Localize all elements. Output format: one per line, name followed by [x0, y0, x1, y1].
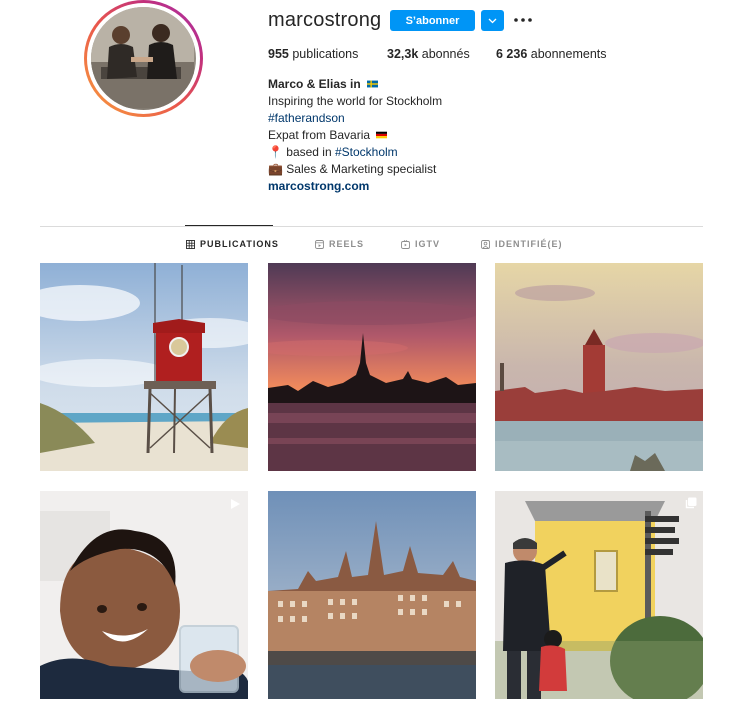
more-options-button[interactable] [513, 10, 533, 30]
following-count: 6 236 [496, 47, 528, 61]
post-image-old-town [268, 491, 476, 699]
tab-label: IDENTIFIÉ(E) [495, 239, 563, 249]
following-stat[interactable]: 6 236 abonnements [496, 47, 607, 61]
bio-expat-text: Expat from Bavaria [268, 128, 371, 142]
followers-label: abonnés [418, 47, 470, 61]
carousel-icon [685, 497, 697, 509]
posts-stat: 955 publications [268, 47, 358, 61]
post-thumbnail[interactable] [40, 491, 248, 699]
tab-reels[interactable]: REELS [315, 239, 364, 249]
avatar-image [91, 7, 194, 108]
more-icon [514, 18, 532, 22]
profile-avatar[interactable] [84, 0, 203, 117]
post-image-lifeguard-tower [40, 263, 248, 471]
post-image-city-hall [495, 263, 703, 471]
post-thumbnail[interactable] [268, 491, 476, 699]
post-thumbnail[interactable] [268, 263, 476, 471]
bio-line-5: 💼 Sales & Marketing specialist [268, 162, 437, 176]
posts-label: publications [288, 47, 359, 61]
active-tab-indicator [185, 225, 273, 226]
profile-username: marcostrong [268, 9, 382, 31]
profile-bio: Marco & Elias in Inspiring the world for… [268, 76, 442, 195]
avatar-photo [91, 7, 196, 110]
post-image-father-son [495, 491, 703, 699]
tagged-icon [481, 239, 490, 249]
suggestions-dropdown-button[interactable] [481, 10, 504, 31]
reels-icon [315, 239, 324, 249]
bio-location-prefix: 📍 based in [268, 145, 335, 159]
hashtag-link-fatherandson[interactable]: #fatherandson [268, 111, 345, 125]
post-image-smiling-boy [40, 491, 248, 699]
sweden-flag-icon [367, 80, 379, 88]
chevron-down-icon [488, 18, 497, 23]
post-image-sunset-skyline [268, 263, 476, 471]
tab-label: REELS [329, 239, 365, 249]
followers-count: 32,3k [387, 47, 419, 61]
bio-line-1: Inspiring the world for Stockholm [268, 94, 443, 108]
video-icon [231, 499, 240, 509]
post-thumbnail[interactable] [40, 263, 248, 471]
bio-name: Marco & Elias in [268, 77, 361, 91]
post-thumbnail[interactable] [495, 491, 703, 699]
tabs-divider [40, 226, 703, 227]
bio-line-4: 📍 based in #Stockholm [268, 144, 442, 161]
following-label: abonnements [527, 47, 607, 61]
germany-flag-icon [376, 131, 388, 139]
tab-publications[interactable]: PUBLICATIONS [186, 239, 279, 249]
bio-hashtag-line: #fatherandson [268, 110, 442, 127]
tab-label: IGTV [415, 239, 441, 249]
bio-website-line: marcostrong.com [268, 178, 442, 195]
bio-name-line: Marco & Elias in [268, 76, 442, 93]
igtv-icon [401, 239, 410, 249]
posts-count: 955 [268, 47, 289, 61]
website-link[interactable]: marcostrong.com [268, 179, 369, 193]
post-thumbnail[interactable] [495, 263, 703, 471]
tab-igtv[interactable]: IGTV [401, 239, 440, 249]
avatar-border [87, 3, 200, 114]
grid-icon [186, 239, 195, 249]
bio-line-3: Expat from Bavaria [268, 127, 442, 144]
tab-tagged[interactable]: IDENTIFIÉ(E) [481, 239, 563, 249]
follow-button[interactable]: S’abonner [390, 10, 475, 31]
tab-label: PUBLICATIONS [200, 239, 279, 249]
hashtag-link-stockholm[interactable]: #Stockholm [335, 145, 398, 159]
followers-stat[interactable]: 32,3k abonnés [387, 47, 470, 61]
